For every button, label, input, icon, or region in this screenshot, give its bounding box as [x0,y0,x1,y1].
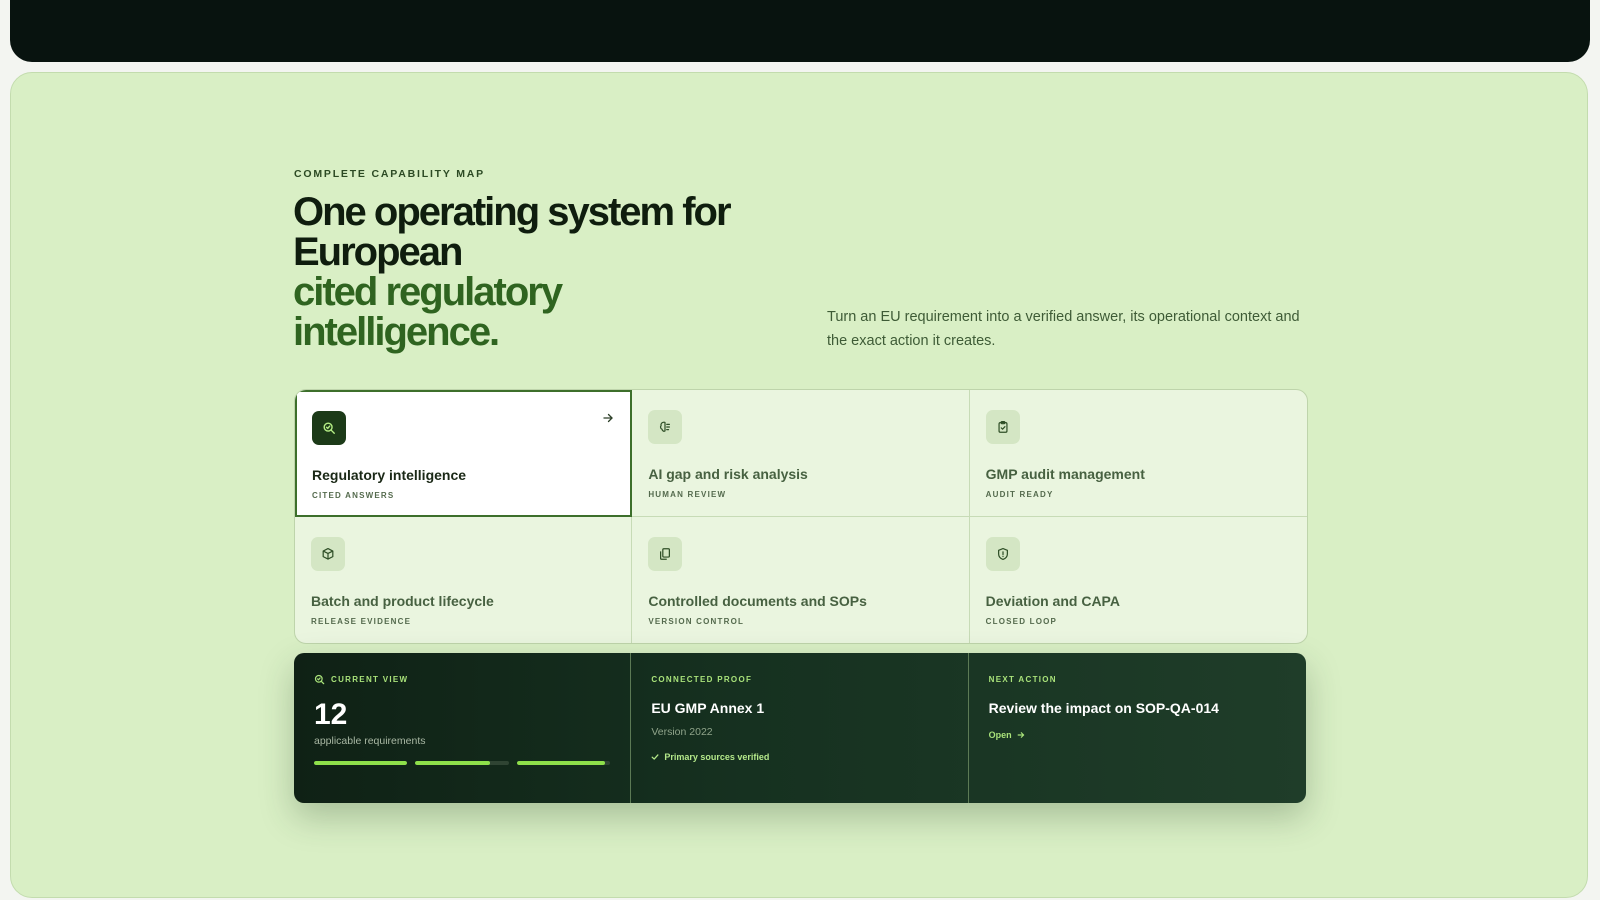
progress-bar-fill [415,761,490,765]
progress-bar [314,761,408,765]
capability-title: AI gap and risk analysis [648,466,808,482]
capability-card-regulatory-intelligence[interactable]: Regulatory intelligence CITED ANSWERS [295,390,633,517]
progress-bar [415,761,509,765]
capability-title: Deviation and CAPA [985,592,1120,609]
next-action-eyebrow: NEXT ACTION [988,674,1057,684]
brain-icon [648,410,683,444]
arrow-right-icon [603,413,613,423]
search-icon [314,674,325,684]
open-link[interactable]: Open [989,730,1025,740]
capability-title: Batch and product lifecycle [311,592,494,609]
capability-card-ai-gap[interactable]: AI gap and risk analysis HUMAN REVIEW [632,390,970,517]
capability-subtitle: CLOSED LOOP [985,616,1058,626]
capability-card-batch-lifecycle[interactable]: Batch and product lifecycle RELEASE EVID… [295,516,633,643]
shield-alert-icon [985,536,1020,571]
capability-card-controlled-documents[interactable]: Controlled documents and SOPs VERSION CO… [632,516,970,643]
requirements-label: applicable requirements [314,735,426,747]
capability-title: Regulatory intelligence [312,467,467,483]
proof-title: EU GMP Annex 1 [651,700,765,716]
summary-strip: CURRENT VIEW 12 applicable requirements … [294,653,1306,803]
proof-version: Version 2022 [651,726,713,738]
top-dark-band [10,0,1590,62]
headline-primary: One operating system for European [293,190,732,274]
section-headline: One operating system for European cited … [293,192,763,352]
verification-text: Primary sources verified [664,752,770,762]
clipboard-check-icon [985,410,1020,444]
capability-card-gmp-audit[interactable]: GMP audit management AUDIT READY [969,390,1307,517]
progress-bars [314,761,610,765]
connected-proof-eyebrow: CONNECTED PROOF [651,674,753,684]
capability-subtitle: CITED ANSWERS [312,491,395,500]
requirements-count: 12 [314,698,348,731]
search-icon [312,411,346,445]
section-intro: Turn an EU requirement into a verified a… [827,309,1300,349]
capability-subtitle: HUMAN REVIEW [648,490,727,499]
capability-subtitle: AUDIT READY [985,490,1054,499]
headline-accent: cited regulatory intelligence. [293,270,563,354]
capability-title: GMP audit management [985,466,1145,482]
capability-title: Controlled documents and SOPs [648,592,867,609]
capability-grid: Regulatory intelligence CITED ANSWERS AI… [294,389,1308,644]
current-view-eyebrow: CURRENT VIEW [314,673,610,685]
current-view-label: CURRENT VIEW [331,674,409,684]
progress-bar [516,761,610,765]
section-eyebrow: COMPLETE CAPABILITY MAP [294,168,485,180]
capability-subtitle: RELEASE EVIDENCE [311,616,412,626]
documents-icon [648,536,683,571]
progress-bar-fill [516,761,606,765]
arrow-right-icon [1017,732,1024,738]
progress-bar-fill [314,761,408,765]
check-icon [651,754,659,760]
package-icon [311,536,345,571]
verification-status: Primary sources verified [651,752,947,762]
capability-card-deviation-capa[interactable]: Deviation and CAPA CLOSED LOOP [970,517,1307,644]
connected-proof-panel: CONNECTED PROOF EU GMP Annex 1 Version 2… [631,653,969,803]
next-action-panel: NEXT ACTION Review the impact on SOP-QA-… [969,653,1306,803]
open-link-label: Open [988,730,1012,740]
capability-subtitle: VERSION CONTROL [648,616,745,626]
next-action-title: Review the impact on SOP-QA-014 [988,700,1219,716]
current-view-panel: CURRENT VIEW 12 applicable requirements [294,653,632,803]
